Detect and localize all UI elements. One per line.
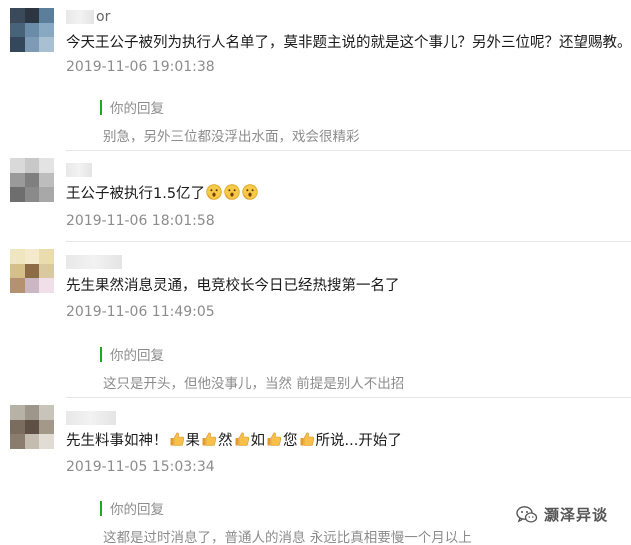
wechat-official-account-icon [516, 505, 538, 523]
thumbs-up-icon [300, 432, 314, 446]
divider [66, 397, 631, 398]
reply-label: 你的回复 [110, 502, 164, 518]
reply-text: 这只是开头，但他没事儿，当然 前提是别人不出招 [103, 376, 405, 392]
reply-label: 你的回复 [110, 101, 164, 117]
avatar[interactable] [10, 405, 54, 449]
comment-text: 先生料事如神！ 果 然 如 您 所说...开始了 [66, 431, 402, 451]
nickname-blur [66, 163, 92, 177]
comment-text-segment: 如 [250, 433, 266, 449]
divider [66, 150, 631, 151]
comment-text: 今天王公子被列为执行人名单了，莫非题主说的就是这个事儿？另外三位呢？还望赐教。 [66, 35, 631, 51]
author-reply: 你的回复 这都是过时消息了，普通人的消息 永远比真相要慢一个月以上 [100, 499, 472, 545]
comment-text-segment: 您 [283, 433, 298, 449]
reply-bar [100, 99, 102, 115]
nickname-blur [66, 255, 122, 269]
comment-text-segment: 果 [185, 433, 201, 449]
author-reply: 你的回复 这只是开头，但他没事儿，当然 前提是别人不出招 [100, 345, 404, 392]
thumbs-up-icon [170, 432, 184, 446]
comment-time: 2019-11-06 18:01:58 [66, 213, 215, 229]
reply-label: 你的回复 [110, 348, 164, 364]
comment-text-segment: 所说...开始了 [315, 433, 402, 449]
nickname [66, 410, 116, 426]
reply-text: 这都是过时消息了，普通人的消息 永远比真相要慢一个月以上 [103, 530, 472, 545]
watermark-text: 灏泽异谈 [544, 506, 609, 524]
nickname [66, 162, 92, 178]
comment-time: 2019-11-06 11:49:05 [66, 304, 215, 320]
comment-text-segment: 然 [218, 433, 233, 449]
nickname-blur [66, 411, 116, 425]
shocked-face-icon [224, 184, 240, 200]
author-reply: 你的回复 别急，另外三位都没浮出水面，戏会很精彩 [100, 98, 360, 145]
nickname-suffix: or [96, 9, 111, 25]
divider [66, 241, 631, 242]
nickname [66, 254, 122, 270]
comment-text-content: 王公子被执行1.5亿了 [66, 186, 206, 202]
avatar[interactable] [10, 8, 54, 52]
thumbs-up-icon [267, 432, 282, 446]
nickname-blur [66, 10, 94, 24]
reply-text: 别急，另外三位都没浮出水面，戏会很精彩 [103, 129, 360, 145]
comment-time: 2019-11-05 15:03:34 [66, 459, 215, 475]
comment-time: 2019-11-06 19:01:38 [66, 59, 215, 75]
reply-bar [100, 500, 102, 516]
comment-text-segment: 先生料事如神！ [66, 433, 168, 449]
nickname: or [66, 9, 110, 25]
thumbs-up-icon [202, 432, 217, 446]
watermark: 灏泽异谈 [516, 504, 608, 525]
avatar[interactable] [10, 249, 54, 293]
shocked-face-icon [206, 184, 222, 200]
comment-text: 先生果然消息灵通，电竞校长今日已经热搜第一名了 [66, 278, 400, 294]
shocked-face-icon [242, 184, 258, 200]
reply-bar [100, 346, 102, 362]
comment-text: 王公子被执行1.5亿了 [66, 184, 259, 204]
thumbs-up-icon [235, 432, 249, 446]
avatar[interactable] [10, 158, 54, 202]
